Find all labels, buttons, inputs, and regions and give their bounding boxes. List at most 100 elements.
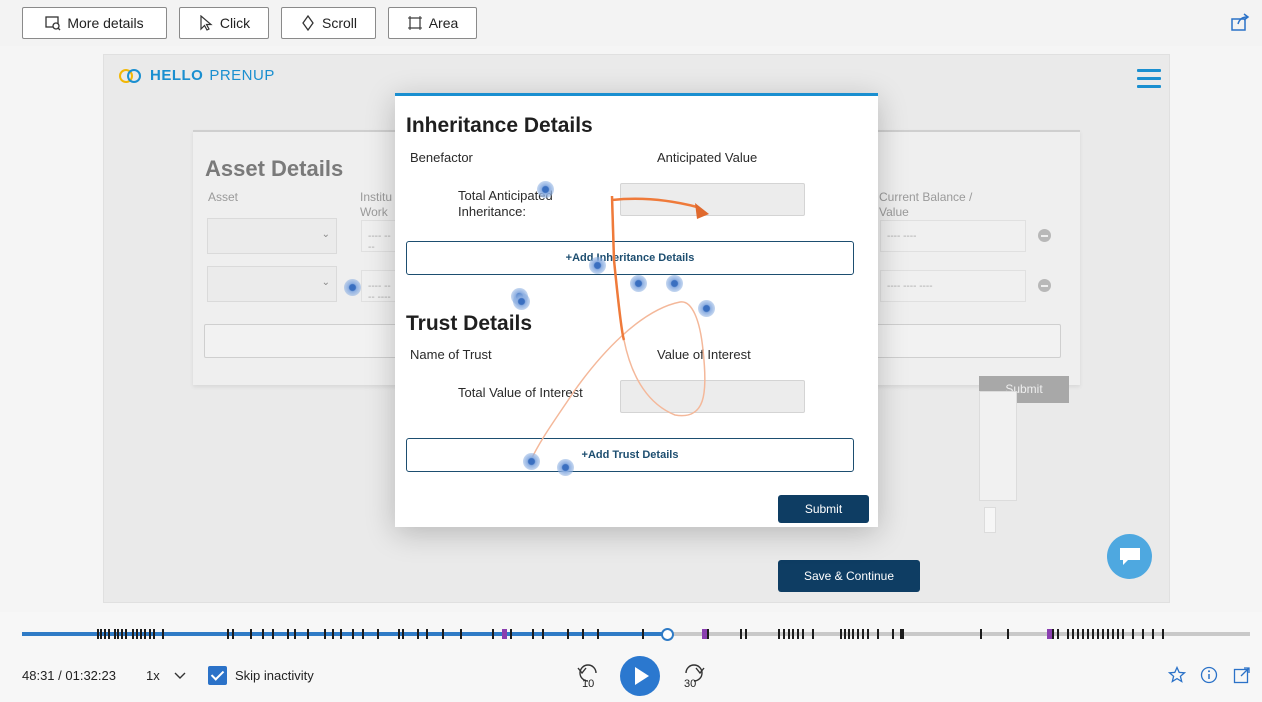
asset-select-2[interactable]: ⌄ [207, 266, 337, 302]
click-button[interactable]: Click [179, 7, 269, 39]
timeline-activity-tick [144, 629, 146, 639]
inheritance-details-title: Inheritance Details [406, 114, 593, 137]
timeline-event-marker [702, 629, 707, 639]
modal-submit-button[interactable]: Submit [778, 495, 869, 523]
timeline-activity-tick [812, 629, 814, 639]
name-of-trust-label: Name of Trust [410, 347, 492, 362]
add-trust-button[interactable]: +Add Trust Details [406, 438, 854, 472]
click-marker [698, 300, 715, 317]
timeline-event-marker [1047, 629, 1052, 639]
scroll-label: Scroll [321, 15, 357, 31]
timeline-activity-tick [100, 629, 102, 639]
timeline-activity-tick [1087, 629, 1089, 639]
timeline-activity-tick [97, 629, 99, 639]
asset-select-1[interactable]: ⌄ [207, 218, 337, 254]
more-details-button[interactable]: More details [22, 7, 167, 39]
timeline-activity-tick [272, 629, 274, 639]
share-icon[interactable] [1230, 12, 1250, 32]
timeline-scrubber[interactable] [22, 628, 1250, 641]
timeline-activity-tick [1107, 629, 1109, 639]
total-value-interest-label: Total Value of Interest [458, 385, 583, 400]
timeline-activity-tick [892, 629, 894, 639]
add-inheritance-button[interactable]: +Add Inheritance Details [406, 241, 854, 275]
timeline-activity-tick [1132, 629, 1134, 639]
area-label: Area [428, 15, 459, 31]
timeline-activity-tick [510, 629, 512, 639]
skip-inactivity-checkbox[interactable] [208, 666, 227, 685]
trust-details-title: Trust Details [406, 312, 533, 335]
more-details-label: More details [67, 15, 144, 31]
timeline-activity-tick [582, 629, 584, 639]
total-anticipated-input[interactable] [620, 183, 805, 216]
scroll-button[interactable]: Scroll [281, 7, 376, 39]
save-continue-button[interactable]: Save & Continue [778, 560, 920, 592]
value-of-interest-label: Value of Interest [657, 347, 751, 362]
balance-input-2[interactable]: ---- ---- ---- [880, 270, 1026, 302]
total-value-interest-input[interactable] [620, 380, 805, 413]
app-logo: HELLO PRENUP [118, 67, 275, 84]
timeline-thumb[interactable] [661, 628, 674, 641]
timeline-activity-tick [1092, 629, 1094, 639]
click-marker [513, 293, 530, 310]
timeline-activity-tick [1097, 629, 1099, 639]
background-panel [979, 391, 1017, 501]
timeline-activity-tick [642, 629, 644, 639]
timeline-activity-tick [104, 629, 106, 639]
details-icon [45, 16, 61, 31]
replay-player: 48:31 / 01:32:23 1x Skip inactivity 10 3… [0, 612, 1262, 702]
timeline-activity-tick [153, 629, 155, 639]
timeline-activity-tick [877, 629, 879, 639]
remove-row-icon[interactable] [1038, 229, 1051, 242]
timeline-activity-tick [778, 629, 780, 639]
skip-inactivity-toggle[interactable]: Skip inactivity [208, 666, 314, 685]
playback-time: 48:31 / 01:32:23 [22, 668, 116, 683]
timeline-activity-tick [844, 629, 846, 639]
timeline-activity-tick [340, 629, 342, 639]
benefactor-label: Benefactor [410, 150, 473, 165]
inheritance-trust-modal: Inheritance Details Benefactor Anticipat… [395, 93, 878, 527]
timeline-activity-tick [1077, 629, 1079, 639]
asset-details-title: Asset Details [205, 156, 344, 181]
timeline-activity-tick [857, 629, 859, 639]
timeline-activity-tick [867, 629, 869, 639]
timeline-activity-tick [1052, 629, 1054, 639]
forward-button[interactable]: 30 [678, 664, 708, 692]
timeline-activity-tick [352, 629, 354, 639]
timeline-activity-tick [848, 629, 850, 639]
remove-row-icon[interactable] [1038, 279, 1051, 292]
chevron-down-icon: ⌄ [321, 229, 330, 240]
chat-button[interactable] [1107, 534, 1152, 579]
timeline-activity-tick [287, 629, 289, 639]
timeline-activity-tick [398, 629, 400, 639]
timeline-activity-tick [597, 629, 599, 639]
timeline-activity-tick [707, 629, 709, 639]
timeline-activity-tick [492, 629, 494, 639]
skip-inactivity-label: Skip inactivity [235, 668, 314, 683]
asset-column-label: Asset [208, 190, 239, 204]
play-button[interactable] [620, 656, 660, 696]
chevron-down-icon: ⌄ [321, 277, 330, 288]
click-marker [557, 459, 574, 476]
popout-icon[interactable] [1233, 666, 1251, 684]
rewind-button[interactable]: 10 [574, 664, 604, 692]
session-replay-viewport: HELLO PRENUP Asset Details Asset Institu… [0, 46, 1262, 612]
menu-icon[interactable] [1137, 69, 1161, 89]
click-marker [589, 257, 606, 274]
info-icon[interactable] [1200, 666, 1218, 684]
balance-input-1[interactable]: ---- ---- [880, 220, 1026, 252]
logo-text-prenup: PRENUP [209, 67, 275, 84]
timeline-activity-tick [797, 629, 799, 639]
timeline-activity-tick [1152, 629, 1154, 639]
timeline-activity-tick [788, 629, 790, 639]
playback-speed-select[interactable]: 1x [146, 668, 186, 683]
star-icon[interactable] [1168, 666, 1186, 684]
timeline-activity-tick [792, 629, 794, 639]
timeline-activity-tick [567, 629, 569, 639]
cursor-icon [200, 15, 213, 31]
area-button[interactable]: Area [388, 7, 477, 39]
timeline-activity-tick [114, 629, 116, 639]
timeline-activity-tick [840, 629, 842, 639]
timeline-activity-tick [108, 629, 110, 639]
timeline-activity-tick [1112, 629, 1114, 639]
timeline-activity-tick [802, 629, 804, 639]
